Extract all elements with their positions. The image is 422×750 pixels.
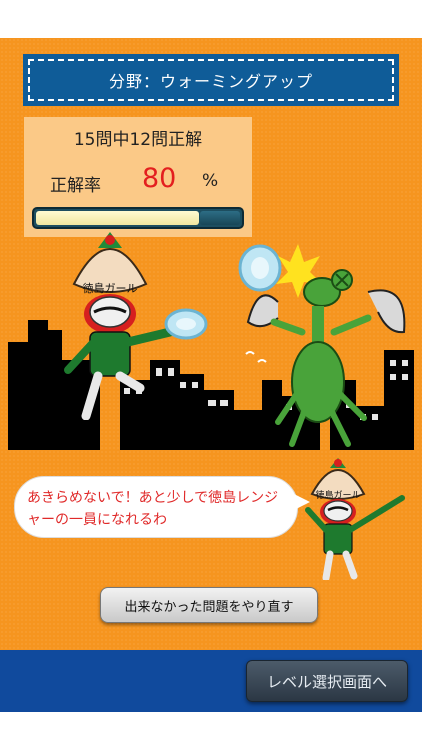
tokushima-girl-character: 徳島ガール bbox=[64, 232, 208, 420]
small-tokushima-girl-character: 徳島ガール bbox=[305, 458, 405, 580]
rate-label: 正解率 bbox=[50, 176, 101, 196]
top-margin bbox=[0, 0, 422, 38]
speech-bubble: あきらめないで！あと少しで徳島レンジャーの一員になれるわ bbox=[14, 476, 298, 538]
score-panel: 15問中12問正解 正解率 80 % bbox=[24, 117, 252, 237]
mantis-enemy bbox=[238, 244, 406, 447]
quiz-result-screen: 分野：ウォーミングアップ 15問中12問正解 正解率 80 % 徳島ガール あき… bbox=[0, 0, 422, 750]
rate-unit: % bbox=[202, 171, 219, 191]
bottom-margin bbox=[0, 712, 422, 750]
speech-bubble-text: あきらめないで！あと少しで徳島レンジャーの一員になれるわ bbox=[27, 490, 279, 528]
level-select-button[interactable]: レベル選択画面へ bbox=[246, 660, 408, 702]
field-banner-label: 分野：ウォーミングアップ bbox=[28, 59, 394, 101]
pointing-arm bbox=[347, 495, 405, 533]
rate-value: 80 bbox=[142, 163, 177, 194]
girl-hat-label: 徳島ガール bbox=[83, 281, 138, 295]
retry-button[interactable]: 出来なかった問題をやり直す bbox=[100, 587, 318, 623]
field-banner: 分野：ウォーミングアップ bbox=[23, 54, 399, 106]
score-summary: 15問中12問正解 bbox=[73, 130, 203, 150]
